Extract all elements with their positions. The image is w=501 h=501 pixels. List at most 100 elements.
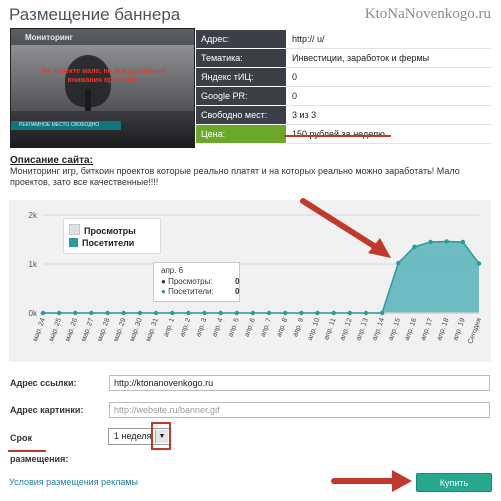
select-highlight-box xyxy=(151,422,171,450)
tooltip-row-views: ● Просмотры: 0 xyxy=(161,277,240,286)
info-value-google-pr: 0 xyxy=(286,86,491,106)
legend-swatch-visitors xyxy=(69,238,78,247)
buy-button[interactable]: Купить xyxy=(416,473,492,492)
info-value-yandex-tic: 0 xyxy=(286,67,491,87)
advertising-terms-link[interactable]: Условия размещения рекламы xyxy=(9,477,138,487)
buy-pointer-arrowhead xyxy=(392,470,412,492)
info-row-yandex-tic: Яндекс тИЦ: 0 xyxy=(195,67,491,87)
x-tick-label: мар. 27 xyxy=(80,317,95,342)
info-label: Яндекс тИЦ: xyxy=(195,67,287,87)
x-tick-label: апр. 3 xyxy=(195,317,208,338)
page-title: Размещение баннера xyxy=(9,5,181,24)
x-tick-label: апр. 19 xyxy=(452,317,467,341)
visitors-point xyxy=(40,310,46,316)
x-tick-label: апр. 14 xyxy=(371,317,386,341)
info-label: Тематика: xyxy=(195,48,287,68)
x-tick-label: апр. 18 xyxy=(436,317,451,341)
y-tick-label: 0k xyxy=(29,309,38,318)
banner-preview-image: Мониторинг На проекте мало, но все досто… xyxy=(10,28,195,148)
chart-legend: Просмотры Посетители xyxy=(63,218,161,254)
x-tick-label: мар. 25 xyxy=(48,317,63,342)
visitors-point xyxy=(363,310,369,316)
visitors-point xyxy=(396,260,401,266)
info-row-topic: Тематика: Инвестиции, заработок и фермы xyxy=(195,48,491,68)
link-url-input[interactable] xyxy=(109,375,490,391)
info-label: Адрес: xyxy=(195,29,287,49)
visitors-point xyxy=(234,310,239,316)
visitors-point xyxy=(460,239,466,245)
legend-label-visitors: Посетители xyxy=(82,238,135,248)
banner-headline: На проекте мало, но все достойные вниман… xyxy=(41,68,167,84)
info-label-price: Цена: xyxy=(195,124,287,144)
visitors-point xyxy=(73,310,78,316)
tooltip-dot-visitors: ● xyxy=(161,287,166,296)
visitors-point xyxy=(105,310,110,316)
x-tick-label: мар. 26 xyxy=(64,317,79,342)
x-tick-label: Сегодня xyxy=(467,317,483,345)
legend-label-views: Просмотры xyxy=(84,226,136,236)
x-tick-label: апр. 11 xyxy=(323,317,337,341)
term-label: Срок xyxy=(10,433,32,443)
info-row-address: Адрес: http:// u/ xyxy=(195,29,491,49)
visitors-point xyxy=(299,310,304,316)
x-tick-label: апр. 1 xyxy=(163,317,176,338)
info-row-free-slots: Свободно мест: 3 из 3 xyxy=(195,105,491,125)
visitors-point xyxy=(266,310,272,316)
tooltip-value-views: 0 xyxy=(235,277,240,286)
x-tick-label: апр. 9 xyxy=(292,317,305,338)
x-tick-label: апр. 8 xyxy=(276,317,289,338)
legend-item-visitors[interactable]: Посетители xyxy=(69,237,134,249)
x-tick-label: апр. 16 xyxy=(404,317,419,341)
x-tick-label: апр. 15 xyxy=(388,317,403,341)
visitors-point xyxy=(186,310,191,316)
x-tick-label: апр. 2 xyxy=(179,317,192,338)
legend-swatch-views xyxy=(69,224,80,235)
tooltip-row-visitors: ● Посетители: 0 xyxy=(161,287,239,297)
banner-site-name: Мониторинг xyxy=(25,33,73,42)
visitors-point xyxy=(347,310,353,316)
info-label: Google PR: xyxy=(195,86,287,106)
image-url-input[interactable] xyxy=(109,402,490,418)
x-tick-label: мар. 30 xyxy=(129,317,144,342)
visitors-point xyxy=(137,310,143,316)
info-row-price: Цена: 150 рублей за неделю xyxy=(195,124,491,144)
visitors-point xyxy=(315,310,320,316)
x-tick-label: апр. 4 xyxy=(211,317,224,338)
x-tick-label: апр. 17 xyxy=(420,317,435,341)
info-value-free-slots: 3 из 3 xyxy=(286,105,491,125)
visitors-point xyxy=(56,310,62,316)
visitors-point xyxy=(89,310,94,316)
term-select-value: 1 неделя xyxy=(114,431,152,441)
x-tick-label: апр. 12 xyxy=(339,317,354,341)
x-tick-label: мар. 31 xyxy=(145,317,160,342)
tooltip-label-visitors: Посетители: xyxy=(168,287,214,296)
visitors-point xyxy=(121,310,126,316)
visitors-point xyxy=(331,310,336,316)
y-tick-label: 2k xyxy=(29,211,38,220)
visitors-point xyxy=(476,261,482,266)
x-tick-label: мар. 29 xyxy=(113,317,128,342)
visitors-point xyxy=(153,310,159,316)
term-label-second-line: размещения: xyxy=(10,454,69,464)
y-tick-label: 1k xyxy=(29,260,38,269)
visitors-point xyxy=(202,310,207,316)
tooltip-title: апр. 6 xyxy=(161,266,184,275)
info-value-price: 150 рублей за неделю xyxy=(286,124,491,144)
visitors-point xyxy=(428,239,433,245)
description-title: Описание сайта: xyxy=(10,155,93,166)
site-info-table: Адрес: http:// u/ Тематика: Инвестиции, … xyxy=(195,29,491,144)
tooltip-label-views: Просмотры: xyxy=(168,277,213,286)
x-tick-label: мар. 24 xyxy=(32,317,47,342)
visitors-point xyxy=(218,310,223,316)
x-tick-label: апр. 13 xyxy=(355,317,370,341)
info-value-address: http:// u/ xyxy=(286,29,491,49)
chart-tooltip: апр. 6 ● Просмотры: 0 ● Посетители: 0 xyxy=(153,262,240,302)
legend-item-views[interactable]: Просмотры xyxy=(69,224,136,236)
visitors-point xyxy=(283,310,288,316)
visitors-point xyxy=(169,310,175,316)
banner-free-slot-bar: РЕКЛАМНОЕ МЕСТО СВОБОДНО xyxy=(11,121,121,130)
visitors-point xyxy=(412,244,417,250)
visitors-point xyxy=(444,239,449,244)
description-text: Мониторинг игр, биткоин проектов которые… xyxy=(10,166,460,187)
link-url-label: Адрес ссылки: xyxy=(10,378,77,388)
